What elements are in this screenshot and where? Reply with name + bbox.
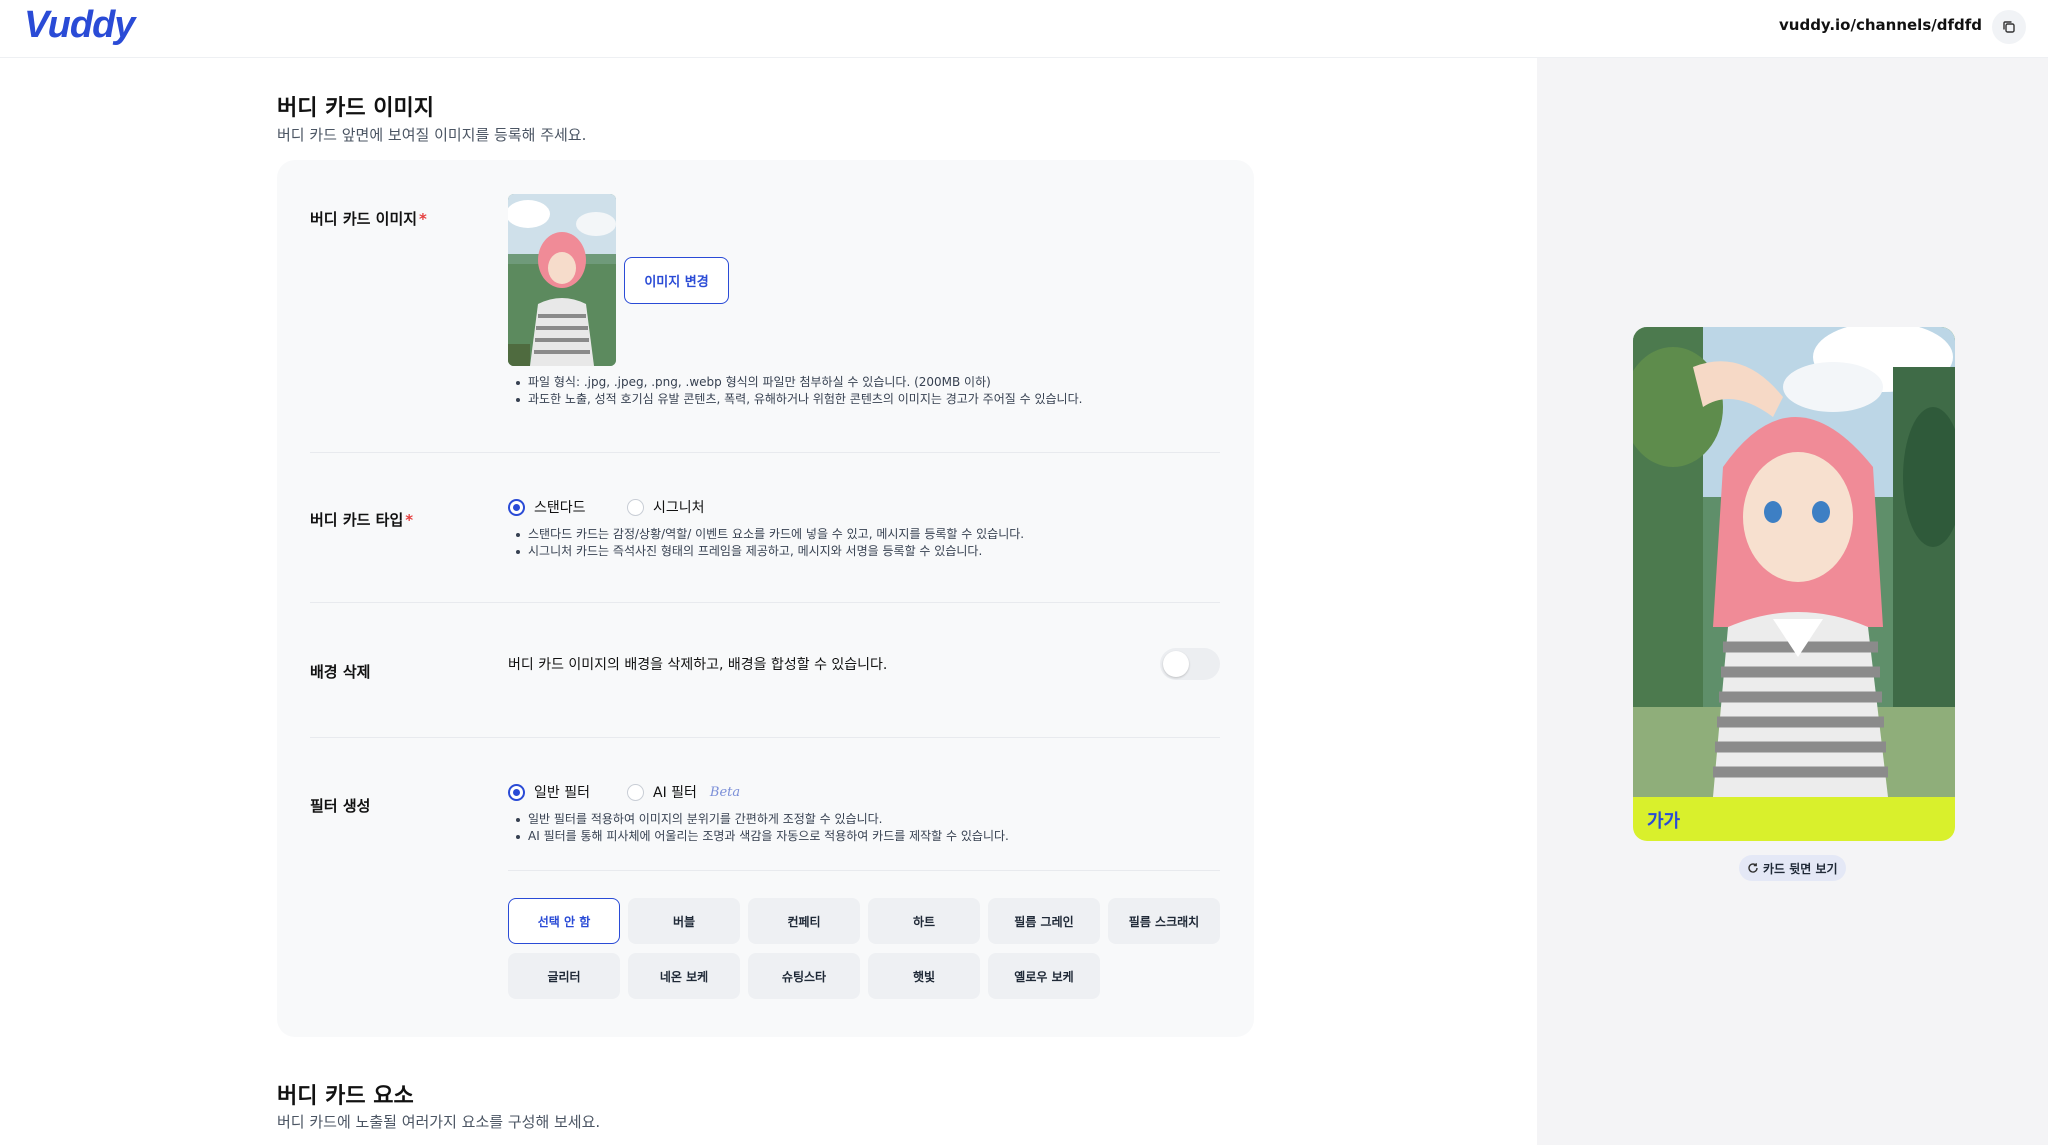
image-notes: 파일 형식: .jpg, .jpeg, .png, .webp 형식의 파일만 … [516, 374, 1082, 408]
filter-note: 일반 필터를 적용하여 이미지의 분위기를 간편하게 조정할 수 있습니다. [516, 811, 1009, 828]
radio-label: 스탠다드 [534, 500, 586, 516]
card-image-label: 버디 카드 이미지 * [310, 208, 427, 229]
radio-label: 일반 필터 [534, 785, 590, 801]
card-type-label: 버디 카드 타입 * [310, 509, 413, 530]
required-mark: * [405, 511, 414, 529]
filter-notes: 일반 필터를 적용하여 이미지의 분위기를 간편하게 조정할 수 있습니다. A… [516, 811, 1009, 845]
filter-note: AI 필터를 통해 피사체에 어울리는 조명과 색감을 자동으로 적용하여 카드… [516, 828, 1009, 845]
radio-ai-filter[interactable]: AI 필터 Beta [627, 782, 740, 802]
radio-indicator [508, 783, 525, 801]
type-note: 시그니처 카드는 즉석사진 형태의 프레임을 제공하고, 메시지와 서명을 등록… [516, 543, 1024, 560]
copy-icon [2003, 21, 2015, 33]
card-back-view-button[interactable]: 카드 뒷면 보기 [1739, 855, 1846, 881]
filter-sunlight-button[interactable]: 햇빛 [868, 953, 980, 999]
divider [508, 870, 1220, 871]
card-preview-panel: 가가 카드 뒷면 보기 [1537, 58, 2048, 1145]
radio-normal-filter[interactable]: 일반 필터 [508, 782, 590, 802]
radio-indicator [627, 498, 644, 516]
type-notes: 스탠다드 카드는 감정/상황/역할/ 이벤트 요소를 카드에 넣을 수 있고, … [516, 526, 1024, 560]
card-preview-image [1633, 327, 1955, 797]
required-mark: * [419, 210, 427, 228]
divider [310, 737, 1220, 738]
vuddy-logo[interactable]: Vuddy [24, 4, 135, 47]
filter-none-button[interactable]: 선택 안 함 [508, 898, 620, 944]
change-image-button[interactable]: 이미지 변경 [624, 257, 729, 304]
beta-badge: Beta [709, 784, 741, 800]
filter-shooting-star-button[interactable]: 슈팅스타 [748, 953, 860, 999]
top-bar: Vuddy vuddy.io/channels/dfdfd [0, 0, 2048, 58]
bg-remove-toggle[interactable] [1160, 648, 1220, 680]
filter-confetti-button[interactable]: 컨페티 [748, 898, 860, 944]
type-note: 스탠다드 카드는 감정/상황/역할/ 이벤트 요소를 카드에 넣을 수 있고, … [516, 526, 1024, 543]
filter-bubble-button[interactable]: 버블 [628, 898, 740, 944]
filter-heart-button[interactable]: 하트 [868, 898, 980, 944]
radio-indicator [627, 783, 644, 801]
divider [310, 452, 1220, 453]
toggle-knob [1163, 651, 1189, 677]
filter-film-scratch-button[interactable]: 필름 스크래치 [1108, 898, 1220, 944]
section-title-card-image: 버디 카드 이미지 [277, 96, 434, 121]
channel-url: vuddy.io/channels/dfdfd [1779, 16, 1982, 34]
radio-standard[interactable]: 스탠다드 [508, 497, 586, 517]
refresh-icon [1748, 863, 1758, 873]
section-title-card-elements: 버디 카드 요소 [277, 1084, 414, 1109]
radio-label: 시그니처 [653, 500, 705, 516]
radio-indicator [508, 498, 525, 516]
card-image-label-text: 버디 카드 이미지 [310, 210, 418, 228]
filter-neon-bokeh-button[interactable]: 네온 보케 [628, 953, 740, 999]
copy-url-button[interactable] [1992, 10, 2026, 44]
section-subtitle-card-image: 버디 카드 앞면에 보여질 이미지를 등록해 주세요. [277, 126, 587, 144]
filter-film-grain-button[interactable]: 필름 그레인 [988, 898, 1100, 944]
filter-label: 필터 생성 [310, 797, 371, 815]
radio-signature[interactable]: 시그니처 [627, 497, 705, 517]
bg-remove-label: 배경 삭제 [310, 663, 371, 681]
image-note: 과도한 노출, 성적 호기심 유발 콘텐츠, 폭력, 유해하거나 위험한 콘텐츠… [516, 391, 1082, 408]
section-subtitle-card-elements: 버디 카드에 노출될 여러가지 요소를 구성해 보세요. [277, 1113, 601, 1131]
filter-yellow-bokeh-button[interactable]: 옐로우 보케 [988, 953, 1100, 999]
card-name: 가가 [1647, 811, 1681, 832]
bg-remove-description: 버디 카드 이미지의 배경을 삭제하고, 배경을 합성할 수 있습니다. [508, 657, 888, 673]
card-type-label-text: 버디 카드 타입 [310, 511, 404, 529]
filter-glitter-button[interactable]: 글리터 [508, 953, 620, 999]
image-note: 파일 형식: .jpg, .jpeg, .png, .webp 형식의 파일만 … [516, 374, 1082, 391]
card-preview: 가가 [1633, 327, 1955, 841]
card-image-thumbnail [508, 194, 616, 366]
radio-label: AI 필터 [653, 785, 697, 801]
divider [310, 602, 1220, 603]
card-back-view-label: 카드 뒷면 보기 [1763, 861, 1838, 876]
